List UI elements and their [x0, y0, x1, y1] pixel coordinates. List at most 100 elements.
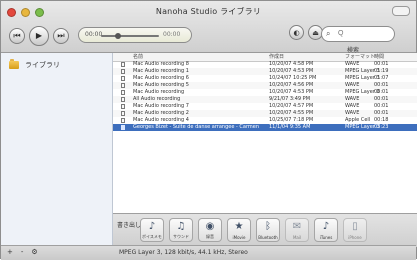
playback-display: 00:00 00:00 — [78, 27, 192, 43]
progress-knob[interactable] — [115, 33, 121, 39]
row-size: 03:23 — [374, 124, 389, 130]
audio-file-icon — [121, 90, 125, 95]
search-field[interactable]: ⌕ — [321, 26, 396, 42]
row-name: Mac Audio recording — [133, 89, 185, 95]
tool-itunes[interactable]: ♪ iTunes — [314, 218, 338, 242]
tool-label: ボイスメモ — [142, 234, 162, 239]
search-icon: ⌕ — [326, 29, 331, 38]
row-name: Mac Audio recording 7 — [133, 103, 189, 109]
table-row[interactable]: Mac Audio recording 1 10/20/07 4:53 PM M… — [113, 68, 417, 75]
voice-memo-icon: ♪ — [148, 221, 156, 232]
window-chrome: Nanoha Studio ライブラリ ⏮ ▶ ⏭ 00:00 00:00 ◐ — [1, 1, 416, 54]
tool-sound[interactable]: ♫ サウンド — [169, 218, 193, 242]
tool-bluetooth[interactable]: ᛒ Bluetooth — [256, 218, 280, 242]
row-name: Mac Audio recording 2 — [133, 110, 189, 116]
row-kind: WAVE — [345, 82, 360, 88]
header-time[interactable]: 作成日 — [269, 53, 284, 61]
header-name[interactable]: 名前 — [133, 53, 143, 61]
row-size: 00:01 — [374, 96, 389, 102]
status-text: MPEG Layer 3, 128 kbit/s, 44.1 kHz, Ster… — [119, 249, 248, 256]
search-input[interactable] — [336, 29, 396, 38]
row-time: 10/25/07 7:18 PM — [269, 117, 314, 123]
row-name: Mac Audio recording 8 — [133, 61, 189, 67]
table-row-selected[interactable]: Georges Bizet - Suite de danse arrangee … — [113, 124, 417, 131]
footer-buttons: + - ⚙ — [7, 248, 38, 256]
progress-track[interactable] — [101, 35, 159, 37]
list-rows: Mac Audio recording 8 10/20/07 4:58 PM W… — [113, 61, 417, 213]
table-row[interactable]: Mac Audio recording 5 10/20/07 4:56 PM W… — [113, 82, 417, 89]
previous-icon: ⏮ — [13, 31, 21, 40]
table-row[interactable]: Mac Audio recording 4 10/25/07 7:18 PM A… — [113, 117, 417, 124]
row-size: 00:01 — [374, 61, 389, 67]
row-time: 10/24/07 10:25 PM — [269, 75, 317, 81]
table-row[interactable]: Mac Audio recording 2 10/20/07 4:55 PM W… — [113, 110, 417, 117]
table-row[interactable]: Mac Audio recording 7 10/20/07 4:57 PM W… — [113, 103, 417, 110]
tool-imovie[interactable]: ★ iMovie — [227, 218, 251, 242]
action-bar: 書き出し ♪ ボイスメモ ♫ サウンド ◉ 録音 ★ iMovie ᛒ Blue… — [113, 213, 417, 247]
settings-button[interactable]: ⚙ — [31, 248, 37, 256]
remaining-time: 00:00 — [163, 31, 181, 38]
next-button[interactable]: ⏭ — [53, 28, 69, 44]
tool-mail[interactable]: ✉ Mail — [285, 218, 309, 242]
sidebar-item-library[interactable]: ライブラリ — [9, 59, 60, 70]
row-time: 9/21/07 3:49 PM — [269, 96, 311, 102]
tool-label: サウンド — [173, 234, 189, 239]
sidebar-lower — [1, 213, 113, 245]
table-row[interactable]: Mac Audio recording 8 10/20/07 4:58 PM W… — [113, 61, 417, 68]
row-kind: WAVE — [345, 96, 360, 102]
play-icon: ▶ — [35, 31, 43, 40]
tool-iphone[interactable]: ▯ iPhone — [343, 218, 367, 242]
table-row[interactable]: All Audio recording 9/21/07 3:49 PM WAVE… — [113, 96, 417, 103]
record-icon: ◉ — [205, 221, 215, 232]
row-size: 00:01 — [374, 110, 389, 116]
row-size: 00:01 — [374, 103, 389, 109]
tool-label: Bluetooth — [258, 235, 278, 240]
file-list: 名前 作成日 フォーマット 時間 Mac Audio recording 8 1… — [113, 53, 417, 213]
mail-icon: ✉ — [292, 221, 302, 232]
tool-label: iTunes — [319, 235, 333, 240]
row-kind: Apple Cell — [345, 117, 371, 123]
table-row[interactable]: Mac Audio recording 6 10/24/07 10:25 PM … — [113, 75, 417, 82]
iphone-icon: ▯ — [352, 221, 358, 232]
previous-button[interactable]: ⏮ — [9, 28, 25, 44]
row-kind: WAVE — [345, 61, 360, 67]
row-kind: WAVE — [345, 110, 360, 116]
row-time: 10/20/07 4:57 PM — [269, 103, 314, 109]
add-button[interactable]: + — [7, 248, 13, 256]
header-size[interactable]: 時間 — [374, 53, 384, 61]
row-time: 10/20/07 4:58 PM — [269, 61, 314, 67]
row-name: Mac Audio recording 1 — [133, 68, 189, 74]
transport-controls: ⏮ ▶ ⏭ — [9, 26, 69, 46]
table-row[interactable]: Mac Audio recording 10/20/07 4:53 PM MPE… — [113, 89, 417, 96]
row-time: 10/20/07 4:55 PM — [269, 110, 314, 116]
row-time: 10/20/07 4:56 PM — [269, 82, 314, 88]
play-button[interactable]: ▶ — [29, 26, 49, 46]
view-button[interactable]: ◐ — [289, 25, 304, 40]
row-name: Georges Bizet - Suite de danse arrangee … — [133, 124, 260, 130]
view-icon: ◐ — [293, 28, 300, 37]
header-kind[interactable]: フォーマット — [345, 53, 375, 61]
row-name: Mac Audio recording 6 — [133, 75, 189, 81]
sidebar-item-label: ライブラリ — [25, 61, 60, 69]
sound-icon: ♫ — [176, 221, 186, 232]
row-size: 00:18 — [374, 117, 389, 123]
row-size: 00:01 — [374, 89, 389, 95]
audio-file-icon — [121, 104, 125, 109]
toolbar-toggle-button[interactable] — [392, 6, 410, 16]
view-controls: ◐ ⏏ — [289, 25, 323, 40]
tool-record[interactable]: ◉ 録音 — [198, 218, 222, 242]
audio-file-icon — [121, 69, 125, 74]
tool-label: Mail — [292, 235, 302, 240]
row-name: Mac Audio recording 4 — [133, 117, 189, 123]
folder-icon — [9, 59, 19, 69]
row-size: 01:07 — [374, 75, 389, 81]
row-time: 10/20/07 4:53 PM — [269, 89, 314, 95]
row-size: 00:01 — [374, 82, 389, 88]
tool-voice-memo[interactable]: ♪ ボイスメモ — [140, 218, 164, 242]
tool-label: iMovie — [232, 235, 246, 240]
remove-button[interactable]: - — [21, 248, 24, 256]
row-time: 11/1/04 9:35 AM — [269, 124, 311, 130]
next-icon: ⏭ — [57, 31, 65, 40]
eject-icon: ⏏ — [312, 28, 319, 37]
bluetooth-icon: ᛒ — [265, 221, 271, 232]
